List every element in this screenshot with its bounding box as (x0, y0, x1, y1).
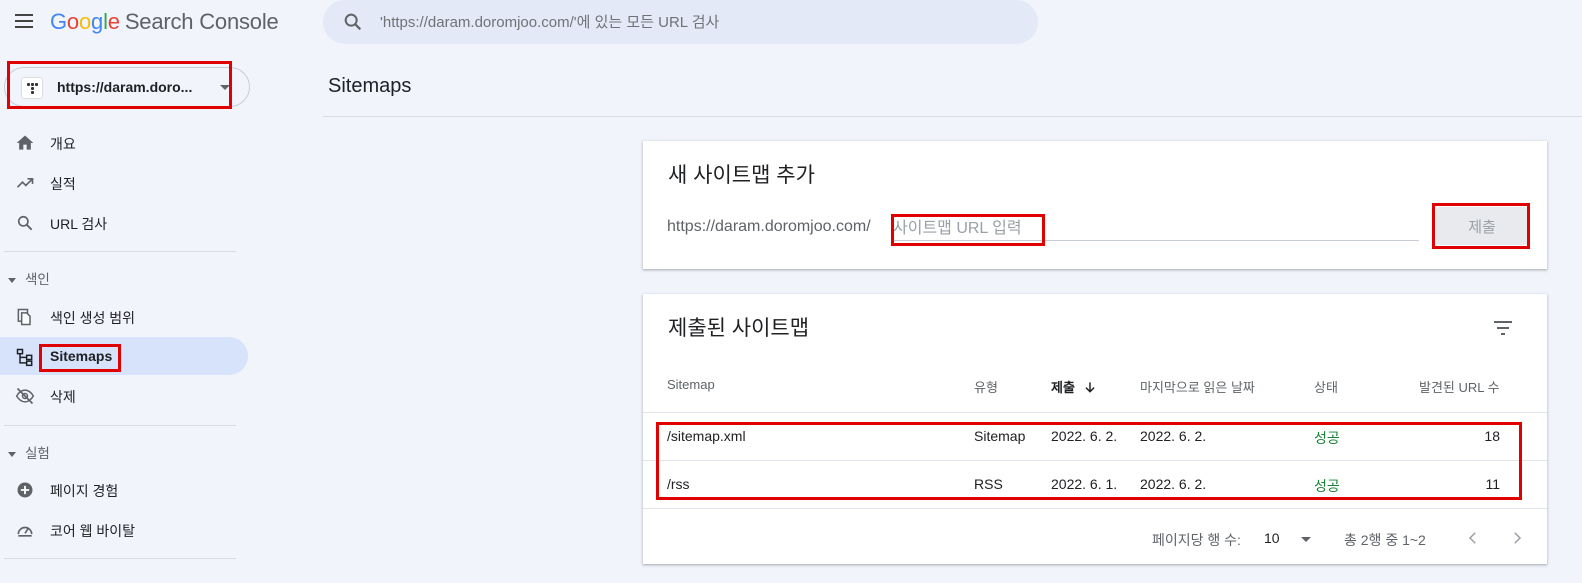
table-cell-url-count: 11 (1485, 476, 1500, 492)
visibility-off-icon (15, 387, 35, 405)
add-sitemap-title: 새 사이트맵 추가 (668, 164, 815, 187)
logo-letter: o (66, 9, 79, 34)
sidebar-item-url-inspection[interactable]: URL 검사 (0, 203, 248, 241)
sidebar-item-coverage[interactable]: 색인 생성 범위 (0, 297, 248, 335)
submit-button[interactable]: 제출 (1436, 207, 1528, 245)
logo-product-name: Search Console (124, 9, 279, 34)
status-badge: 성공 (1314, 478, 1340, 494)
sidebar-item-label: 개요 (50, 136, 76, 152)
column-header-last-read[interactable]: 마지막으로 읽은 날짜 (1140, 377, 1255, 396)
sidebar-item-core-web-vitals[interactable]: 코어 웹 바이탈 (0, 510, 248, 548)
rows-per-page-select[interactable]: 10 (1264, 530, 1312, 546)
sidebar-item-label: URL 검사 (50, 216, 108, 232)
title-divider (323, 116, 1582, 117)
logo-letter: G (50, 9, 67, 34)
sidebar-section-index[interactable]: 색인 (8, 268, 50, 288)
main-menu-button[interactable] (12, 10, 36, 34)
column-header-submitted[interactable]: 제출 (1051, 377, 1097, 396)
sidebar-divider (4, 251, 236, 252)
table-cell-type: RSS (974, 476, 1003, 492)
sidebar-item-page-experience[interactable]: 페이지 경험 (0, 470, 248, 508)
page-title: Sitemaps (328, 75, 412, 97)
table-cell-sitemap[interactable]: /sitemap.xml (667, 428, 746, 444)
table-cell-sitemap[interactable]: /rss (667, 476, 690, 492)
table-cell-submitted: 2022. 6. 1. (1051, 476, 1118, 492)
sidebar-item-sitemaps[interactable]: Sitemaps (0, 337, 248, 375)
rows-per-page-value: 10 (1264, 530, 1280, 546)
logo-letter: o (78, 9, 92, 34)
table-cell-last-read: 2022. 6. 2. (1140, 428, 1207, 444)
pagination-range: 총 2행 중 1~2 (1344, 532, 1426, 548)
row-divider (643, 508, 1547, 509)
submitted-sitemaps-title: 제출된 사이트맵 (668, 317, 810, 340)
sidebar-item-overview[interactable]: 개요 (0, 123, 248, 161)
plus-circle-icon (17, 482, 33, 498)
sidebar-item-label: 색인 생성 범위 (50, 310, 136, 326)
arrow-down-icon (1084, 382, 1095, 393)
logo-letter: e (107, 9, 120, 34)
url-inspection-input[interactable] (380, 10, 1000, 34)
sidebar-item-performance[interactable]: 실적 (0, 163, 248, 201)
sidebar-section-experience[interactable]: 실험 (8, 442, 50, 462)
sitemap-url-input[interactable] (893, 217, 1419, 241)
sidebar-divider (4, 558, 236, 559)
chevron-down-icon (1301, 536, 1312, 542)
table-cell-submitted: 2022. 6. 2. (1051, 428, 1118, 444)
column-header-discovered-urls[interactable]: 발견된 URL 수 (1419, 377, 1500, 396)
home-icon (16, 135, 34, 150)
gauge-icon (17, 526, 33, 537)
sidebar-item-label: 페이지 경험 (50, 483, 119, 499)
sidebar-section-label: 실험 (25, 446, 50, 461)
logo-letter: g (91, 9, 104, 34)
column-header-label: 제출 (1051, 380, 1075, 395)
table-cell-url-count: 18 (1484, 428, 1500, 444)
row-divider (643, 412, 1547, 413)
next-page-icon[interactable] (1508, 529, 1526, 547)
sidebar-item-label: 코어 웹 바이탈 (50, 523, 136, 539)
section-collapse-icon (8, 451, 16, 457)
table-cell-type: Sitemap (974, 428, 1026, 444)
column-header-type[interactable]: 유형 (974, 377, 998, 396)
property-url: https://daram.doro... (57, 79, 193, 95)
search-icon (344, 13, 362, 31)
sidebar-item-label: 실적 (50, 176, 76, 192)
status-badge: 성공 (1314, 430, 1340, 446)
trending-up-icon (16, 178, 34, 188)
sidebar-item-label: 삭제 (50, 389, 76, 405)
filter-icon[interactable] (1491, 316, 1515, 340)
chevron-down-icon (220, 85, 230, 90)
section-collapse-icon (8, 277, 16, 283)
add-sitemap-card: 새 사이트맵 추가 https://daram.doromjoo.com/ 제출 (643, 141, 1547, 269)
google-search-console-logo[interactable]: Google Search Console (50, 9, 279, 35)
previous-page-icon[interactable] (1464, 529, 1482, 547)
property-selector[interactable]: https://daram.doro... (4, 67, 250, 107)
sidebar-divider (4, 425, 236, 426)
submitted-sitemaps-card: 제출된 사이트맵 Sitemap 유형 제출 마지막으로 읽은 날짜 상태 발견… (643, 294, 1547, 564)
table-cell-last-read: 2022. 6. 2. (1140, 476, 1207, 492)
sidebar-section-label: 색인 (25, 272, 50, 287)
column-header-status[interactable]: 상태 (1314, 377, 1338, 396)
column-header-sitemap[interactable]: Sitemap (667, 377, 715, 392)
url-inspection-search[interactable] (323, 0, 1038, 44)
sitemap-icon (16, 348, 33, 367)
sidebar-item-label: Sitemaps (50, 348, 113, 364)
rows-per-page-label: 페이지당 행 수: (1152, 532, 1241, 548)
file-copy-icon (17, 308, 31, 326)
search-icon (17, 215, 33, 231)
row-divider (643, 460, 1547, 461)
sitemap-url-prefix: https://daram.doromjoo.com/ (667, 218, 871, 235)
property-favicon-icon (21, 77, 43, 99)
sidebar-item-removals[interactable]: 삭제 (0, 376, 248, 414)
